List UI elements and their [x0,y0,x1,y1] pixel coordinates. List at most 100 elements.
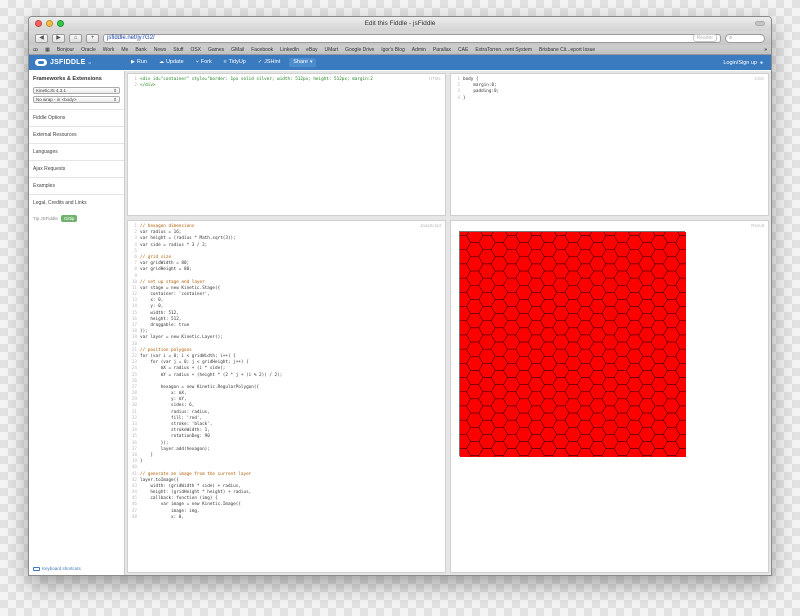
line-number: 2 [134,83,137,89]
update-button[interactable]: ☁ Update [153,55,190,70]
toolbar-toggle-button[interactable] [755,21,765,26]
reader-button[interactable]: Reader [692,34,717,42]
tidy-icon: ≡ [223,59,227,65]
run-button[interactable]: ▶ Run [125,55,153,70]
bookmark-item[interactable]: Parallax [433,47,451,53]
sidebar-item-external-resources[interactable]: External Resources [29,126,124,143]
login-signup-link[interactable]: Login/Sign up ● [723,60,771,66]
bookmarks-icon[interactable]: ꝏ [33,47,38,53]
back-button[interactable]: ◀ [35,33,48,43]
browser-window: Edit this Fiddle - jsFiddle ◀ ▶ ⌂ + jsfi… [28,16,772,576]
bookmarks-overflow-button[interactable]: » [764,47,767,53]
bookmark-item[interactable]: OSX [190,47,201,53]
bookmark-item[interactable]: Me [121,47,128,53]
framework-select-value: KineticJS 4.3.1 [36,88,67,93]
code-text: mY = radius + (height * (2 * j + (i % 2)… [140,372,283,378]
code-text: </div> [140,83,156,89]
sidebar-item-examples[interactable]: Examples [29,177,124,194]
result-pane-label: Result [751,223,764,228]
close-window-button[interactable] [35,20,42,27]
bookmark-item[interactable]: Bank [135,47,146,53]
bookmark-item[interactable]: Games [208,47,224,53]
tip-label: Tip JSFiddle [33,216,58,221]
framework-select[interactable]: KineticJS 4.3.1 ⇕ [33,87,120,94]
tidyup-button[interactable]: ≡ TidyUp [218,55,252,70]
code-text: var side = radius * 3 / 2; [140,242,208,248]
user-icon: ● [759,59,763,66]
bookmark-item[interactable]: Admin [412,47,426,53]
sidebar: Frameworks & Extensions KineticJS 4.3.1 … [29,71,125,575]
bookmark-item[interactable]: Facebook [251,47,273,53]
gittip-button[interactable]: Gittip [60,215,78,222]
bookmark-item[interactable]: ExtraTorren...rent System [475,47,532,53]
hexagon-grid-canvas[interactable] [454,221,705,471]
cloud-upload-icon: ☁ [158,59,164,65]
code-text: } [140,459,143,465]
bookmark-item[interactable]: Igor's Blog [381,47,404,53]
bookmark-item[interactable]: Work [103,47,115,53]
home-button[interactable]: ⌂ [69,33,82,43]
search-input[interactable]: ⌕ [725,33,765,43]
grid-icon[interactable]: ▦ [45,47,50,53]
bookmarks-bar: ꝏ ▦ Bonjour Oracle Work Me Bank News Stuff OSX Gam… [29,45,771,55]
browser-toolbar: ◀ ▶ ⌂ + jsfiddle.net/jy7G2/ Reader ⌕ [29,31,771,45]
select-arrows-icon: ⇕ [113,97,117,102]
share-button[interactable]: Share ▾ [289,58,317,67]
select-arrows-icon: ⇕ [113,88,117,93]
bookmark-item[interactable]: Oracle [81,47,96,53]
css-pane[interactable]: CSS 1 body {2 margin:0; 3 padding:0; 4} [450,73,769,216]
bookmark-item[interactable]: Stuff [173,47,183,53]
chevron-down-icon: ▾ [309,59,313,65]
jsfiddle-header: JSFIDDLE α ▶ Run ☁ Update ⑂ Fork ≡ TidyUp ✓ JSHin… [29,55,771,70]
jshint-button[interactable]: ✓ JSHint [252,55,286,70]
html-editor[interactable]: 1 <div id="container" style="border: 1px … [128,74,445,92]
bookmark-item[interactable]: CAE [458,47,468,53]
bookmark-item[interactable]: Bonjour [57,47,74,53]
code-line: 48 x: 0, [130,515,443,521]
bookmark-item[interactable]: LinkedIn [280,47,299,53]
fork-label: Fork [200,59,212,65]
keyboard-icon [33,566,40,571]
jsfiddle-logo[interactable]: JSFIDDLE α [29,55,125,70]
home-icon: ⌂ [73,34,78,41]
bookmark-item[interactable]: GMail [231,47,244,53]
code-line: 4} [453,96,766,102]
code-text: var gridHeight = 80; [140,267,192,273]
fork-icon: ⑂ [195,59,199,65]
line-number: 48 [131,514,137,520]
code-text: padding:0; [463,89,500,95]
minimize-window-button[interactable] [46,20,53,27]
add-page-button[interactable]: + [86,33,99,43]
bookmark-item[interactable]: UMart [324,47,338,53]
sidebar-item-ajax-requests[interactable]: Ajax Requests [29,160,124,177]
address-bar[interactable]: jsfiddle.net/jy7G2/ Reader [103,33,721,43]
sidebar-item-fiddle-options[interactable]: Fiddle Options [29,109,124,126]
bookmark-item[interactable]: Brisbane Cit...eport Issue [539,47,595,53]
cloud-logo-icon [35,59,47,66]
code-text: } [463,95,466,101]
bookmark-item[interactable]: eBay [306,47,317,53]
sidebar-item-languages[interactable]: Languages [29,143,124,160]
bookmark-item[interactable]: News [154,47,167,53]
editor-panes: HTML 1 <div id="container" style="border:… [125,71,771,575]
wrap-select[interactable]: No wrap - in <body> ⇕ [33,96,120,103]
window-title: Edit this Fiddle - jsFiddle [364,20,436,27]
javascript-pane-label: JavaScript [419,223,441,228]
sidebar-menu: Fiddle Options External Resources Language… [29,109,124,211]
javascript-pane[interactable]: JavaScript 1// hexagon dimensions 2 var ra… [127,220,446,573]
play-icon: ▶ [131,59,135,65]
code-text: x: 0, [140,514,184,520]
forward-arrow-icon: ▶ [56,34,61,41]
javascript-editor[interactable]: 1// hexagon dimensions 2 var radius = 16; 3… [128,221,445,524]
keyboard-shortcuts-link[interactable]: Keyboard shortcuts [33,566,81,571]
sidebar-item-legal-credits-and-links[interactable]: Legal, Credits and Links [29,194,124,211]
hexagon-grid [454,221,705,471]
bookmark-item[interactable]: Google Drive [345,47,374,53]
fork-button[interactable]: ⑂ Fork [190,55,218,70]
html-pane[interactable]: HTML 1 <div id="container" style="border:… [127,73,446,216]
sidebar-heading: Frameworks & Extensions [33,76,102,82]
logo-text: JSFIDDLE [50,59,86,66]
forward-button[interactable]: ▶ [52,33,65,43]
zoom-window-button[interactable] [57,20,64,27]
css-editor[interactable]: 1 body {2 margin:0; 3 padding:0; 4} [451,74,768,105]
